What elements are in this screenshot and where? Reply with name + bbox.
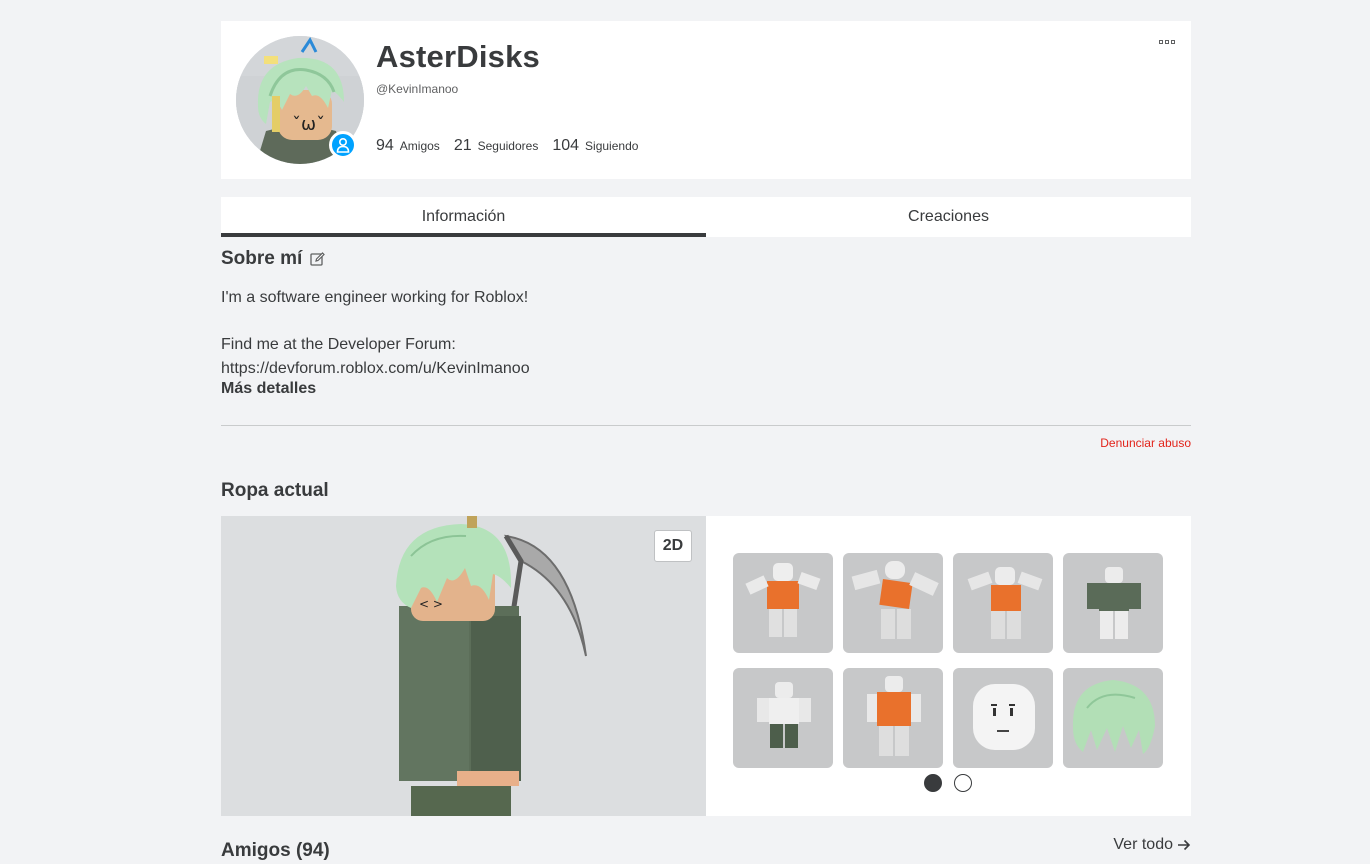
outfit-item-shirt[interactable] — [1063, 553, 1163, 653]
stat-label: Amigos — [399, 139, 440, 153]
stat-followers[interactable]: 21 Seguidores — [454, 137, 539, 155]
display-name: AsterDisks — [376, 39, 540, 74]
stat-following[interactable]: 104 Siguiendo — [552, 137, 638, 155]
about-text: I'm a software engineer working for Robl… — [221, 286, 1121, 380]
see-all-label: Ver todo — [1113, 836, 1173, 853]
page-dot-1[interactable] — [924, 774, 942, 792]
profile-tabs: Información Creaciones — [221, 197, 1191, 237]
current-outfit-title: Ropa actual — [221, 480, 329, 501]
stat-value: 94 — [376, 137, 394, 154]
outfit-grid — [733, 553, 1163, 768]
see-all-friends-link[interactable]: Ver todo — [1113, 836, 1191, 854]
outfit-item-face[interactable] — [953, 668, 1053, 768]
about-section-title: Sobre mí — [221, 248, 326, 270]
more-details-button[interactable]: Más detalles — [221, 380, 316, 398]
profile-stats: 94 Amigos 21 Seguidores 104 Siguiendo — [376, 137, 638, 155]
about-line: Find me at the Developer Forum: — [221, 336, 456, 353]
divider — [221, 425, 1191, 426]
avatar-3d-viewer[interactable]: < > 2D — [221, 516, 706, 816]
toggle-2d-button[interactable]: 2D — [654, 530, 692, 562]
tab-information[interactable]: Información — [221, 197, 706, 237]
report-abuse-link[interactable]: Denunciar abuso — [1100, 436, 1191, 450]
username: @KevinImanoo — [376, 82, 459, 96]
about-line: I'm a software engineer working for Robl… — [221, 289, 529, 306]
about-title-text: Sobre mí — [221, 248, 303, 269]
outfit-item-pants[interactable] — [733, 668, 833, 768]
outfit-item-emote-3[interactable] — [953, 553, 1053, 653]
outfit-item-hair[interactable] — [1063, 668, 1163, 768]
about-line: ​ — [221, 310, 1121, 334]
friends-section-title: Amigos (94) — [221, 840, 330, 861]
outfit-items-panel — [706, 516, 1191, 816]
stat-value: 104 — [552, 137, 580, 154]
more-options-icon[interactable] — [1159, 37, 1179, 47]
outfit-item-emote-1[interactable] — [733, 553, 833, 653]
profile-header: ˇωˇ AsterDisks @KevinImanoo 94 Amigos 21… — [221, 21, 1191, 179]
stat-friends[interactable]: 94 Amigos — [376, 137, 440, 155]
stat-label: Siguiendo — [585, 139, 639, 153]
stat-label: Seguidores — [477, 139, 539, 153]
page-dot-2[interactable] — [954, 774, 972, 792]
outfit-pagination — [924, 774, 972, 792]
tab-creations[interactable]: Creaciones — [706, 197, 1191, 237]
svg-text:ˇωˇ: ˇωˇ — [292, 114, 325, 135]
edit-icon[interactable] — [310, 251, 326, 267]
devforum-link[interactable]: https://devforum.roblox.com/u/KevinImano… — [221, 357, 1121, 381]
svg-text:< >: < > — [419, 597, 443, 611]
outfit-item-emote-2[interactable] — [843, 553, 943, 653]
stat-value: 21 — [453, 137, 472, 154]
arrow-right-icon — [1178, 839, 1191, 851]
online-status-icon — [329, 131, 357, 159]
outfit-item-outfit[interactable] — [843, 668, 943, 768]
